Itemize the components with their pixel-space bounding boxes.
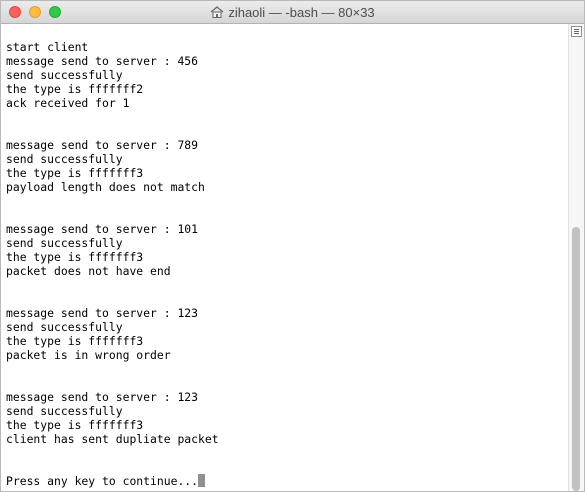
title-bar[interactable]: zihaoli — -bash — 80×33 [1,1,584,24]
terminal-line-text: client has sent dupliate packet [6,432,219,446]
terminal-line: send successfully [6,404,568,418]
terminal-line: send successfully [6,320,568,334]
terminal-line-text: send successfully [6,320,123,334]
terminal-line-text: ack received for 1 [6,96,130,110]
terminal-line: Press any key to continue... [6,474,568,488]
terminal-line-text: the type is fffffff2 [6,82,144,96]
terminal-line-text: packet does not have end [6,264,171,278]
terminal-line-text: send successfully [6,236,123,250]
terminal-line: the type is fffffff3 [6,334,568,348]
terminal-window: zihaoli — -bash — 80×33 start client mess… [0,0,585,492]
terminal-output[interactable]: start client message send to server : 456… [1,24,568,491]
vertical-scrollbar[interactable] [568,24,584,491]
terminal-line: message send to server : 123 [6,390,568,404]
terminal-line: start client [6,40,568,54]
terminal-line-text: the type is fffffff3 [6,334,144,348]
terminal-line: client has sent dupliate packet [6,432,568,446]
terminal-line-text: message send to server : 101 [6,222,199,236]
terminal-line-text: the type is fffffff3 [6,250,144,264]
terminal-line: ack received for 1 [6,96,568,110]
terminal-line: payload length does not match [6,180,568,194]
window-title: zihaoli — -bash — 80×33 [228,4,375,20]
terminal-line-text: send successfully [6,68,123,82]
terminal-line-text: start client [6,40,89,54]
window-title-area: zihaoli — -bash — 80×33 [1,1,584,23]
terminal-cursor [198,474,206,487]
home-icon [210,6,224,18]
terminal-line-text: the type is fffffff3 [6,166,144,180]
terminal-line-text: message send to server : 456 [6,54,199,68]
terminal-line-text: the type is fffffff3 [6,418,144,432]
terminal-line: the type is fffffff3 [6,250,568,264]
terminal-line: packet does not have end [6,264,568,278]
terminal-line-text: message send to server : 123 [6,390,199,404]
scroll-menu-icon[interactable] [571,26,582,37]
terminal-line: message send to server : 456 [6,54,568,68]
terminal-line: send successfully [6,68,568,82]
terminal-line: message send to server : 101 [6,222,568,236]
terminal-line-text: send successfully [6,404,123,418]
scrollbar-thumb[interactable] [572,227,580,491]
terminal-line-text: message send to server : 789 [6,138,199,152]
terminal-line: send successfully [6,236,568,250]
terminal-line-text: Press any key to continue... [6,474,199,488]
terminal-line: the type is fffffff3 [6,166,568,180]
terminal-line: send successfully [6,152,568,166]
terminal-line: message send to server : 123 [6,306,568,320]
terminal-line: the type is fffffff3 [6,418,568,432]
terminal-line: message send to server : 789 [6,138,568,152]
terminal-line-text: packet is in wrong order [6,348,171,362]
terminal-line: packet is in wrong order [6,348,568,362]
terminal-line: the type is fffffff2 [6,82,568,96]
terminal-line-text: send successfully [6,152,123,166]
terminal-line-text: payload length does not match [6,180,205,194]
terminal-line-text: message send to server : 123 [6,306,199,320]
